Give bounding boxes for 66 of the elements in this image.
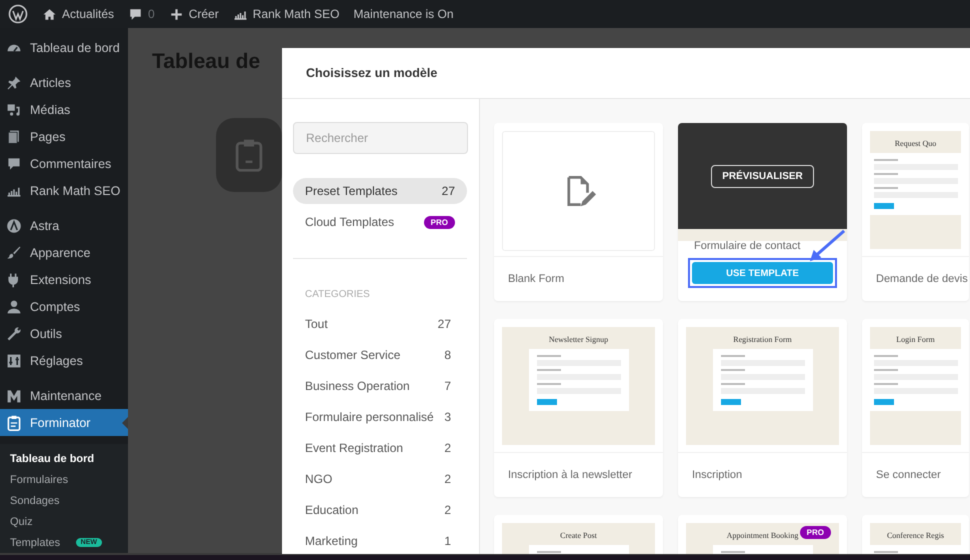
category-item[interactable]: Formulaire personnalisé 3	[293, 401, 467, 432]
preview-title: Newsletter Signup	[548, 335, 608, 344]
preview-title: Registration Form	[733, 335, 792, 344]
template-source-item[interactable]: Cloud Templates PRO	[293, 209, 467, 235]
category-item[interactable]: Marketing 1	[293, 525, 467, 554]
plus-icon	[168, 6, 184, 22]
preview-button[interactable]: PRÉVISUALISER	[711, 164, 814, 188]
media-icon	[6, 102, 22, 118]
sidebar-item[interactable]: Comptes	[0, 293, 128, 320]
category-item[interactable]: Event Registration 2	[293, 432, 467, 463]
pro-badge: PRO	[800, 526, 831, 539]
category-item[interactable]: Customer Service 8	[293, 339, 467, 370]
sidebar-item[interactable]: Maintenance	[0, 382, 128, 409]
paintbrush-icon	[6, 244, 22, 260]
home-icon	[42, 6, 57, 22]
toolbar-link[interactable]: Maintenance is On	[353, 7, 454, 21]
pages-icon	[6, 128, 22, 144]
template-title: Se connecter	[876, 469, 941, 481]
sidebar-item[interactable]: Outils	[0, 320, 128, 347]
category-item[interactable]: Business Operation 7	[293, 370, 467, 401]
template-title: Inscription à la newsletter	[508, 469, 632, 481]
sidebar-item[interactable]: Extensions	[0, 266, 128, 293]
preview-title: Create Post	[560, 531, 597, 540]
sidebar-item[interactable]: Commentaires	[0, 150, 128, 177]
sidebar-item[interactable]: Tableau de bord	[0, 34, 128, 61]
wordpress-logo-icon[interactable]	[8, 4, 28, 24]
speech-bubble-icon	[6, 156, 22, 172]
pushpin-icon	[6, 74, 22, 90]
submenu-item[interactable]: Tableau de bord	[0, 448, 128, 469]
category-item[interactable]: Education 2	[293, 494, 467, 525]
category-item[interactable]: Tout 27	[293, 308, 467, 339]
search-field[interactable]: Rechercher	[293, 122, 468, 154]
submenu-item[interactable]: Sondages	[0, 490, 128, 511]
preview-title: Appointment Booking	[726, 531, 798, 540]
toolbar-link[interactable]: Créer	[168, 6, 219, 22]
sliders-icon	[6, 352, 22, 368]
template-title: Formulaire de contact	[693, 240, 802, 252]
speech-bubble-icon	[128, 6, 144, 22]
sidebar-item[interactable]: Rank Math SEO	[0, 177, 128, 204]
sidebar-item[interactable]: Médias	[0, 96, 128, 123]
template-source-item[interactable]: Preset Templates 27	[293, 178, 467, 204]
template-title: Inscription	[692, 469, 742, 481]
preview-title: Conference Regis	[886, 531, 944, 540]
person-icon	[6, 298, 22, 314]
template-title: Blank Form	[508, 273, 564, 285]
modal-title: Choisissez un modèle	[306, 66, 438, 80]
toolbar-link[interactable]: Actualités	[42, 6, 114, 22]
submenu-item[interactable]: Formulaires	[0, 469, 128, 490]
template-title: Demande de devis	[876, 273, 968, 285]
submenu-item[interactable]: Quiz	[0, 511, 128, 532]
sidebar-item[interactable]: Pages	[0, 123, 128, 150]
preview-title: Login Form	[896, 335, 935, 344]
pro-badge: PRO	[424, 216, 455, 228]
toolbar-link[interactable]: Rank Math SEO	[232, 6, 340, 22]
clipboard-icon	[6, 414, 22, 430]
preview-title: Request Quo	[894, 139, 936, 148]
section-heading: CATEGORIES	[305, 289, 371, 300]
sidebar-item[interactable]: Réglages	[0, 347, 128, 374]
sidebar-item[interactable]: Astra	[0, 212, 128, 239]
wrench-icon	[6, 326, 22, 342]
category-item[interactable]: NGO 2	[293, 463, 467, 494]
sidebar-item[interactable]: Apparence	[0, 239, 128, 266]
sidebar-item[interactable]: Forminator	[0, 409, 128, 436]
letter-a-circle-icon	[6, 218, 22, 234]
sidebar-item[interactable]: Articles	[0, 69, 128, 96]
letter-m-icon	[6, 388, 22, 404]
